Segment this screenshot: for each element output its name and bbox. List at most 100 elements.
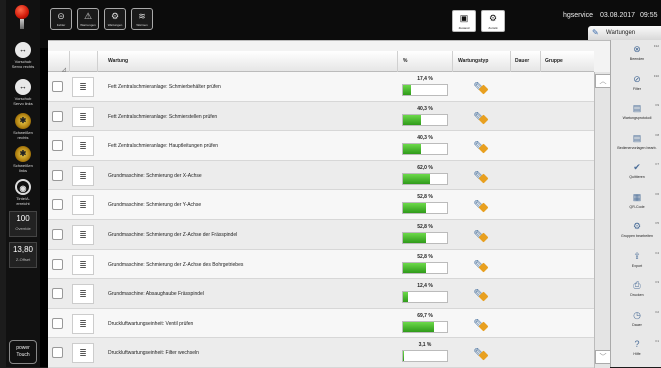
- function-key: F4: [655, 250, 659, 255]
- header-percent[interactable]: %: [398, 51, 453, 72]
- feed-servo-right-button[interactable]: ↔ Vorschub Servo rechts: [9, 41, 37, 69]
- header-wartungstyp[interactable]: Wartungstyp: [453, 51, 511, 72]
- tab-wartungen[interactable]: ✎ Wartungen: [588, 26, 661, 40]
- status-icon: ▣: [459, 13, 469, 23]
- weld-right-button[interactable]: ✱ Schweißen rechts: [9, 112, 37, 140]
- z-offset-display[interactable]: 13,80 Z-Offset: [9, 242, 37, 268]
- maintenance-type-icon[interactable]: ✎: [468, 255, 490, 275]
- table-row[interactable]: ≣ Druckluftwartungseinheit: Filter wechse…: [48, 338, 594, 368]
- powertouch-logo[interactable]: power Touch: [9, 340, 37, 364]
- heating-button[interactable]: ≋ Wärmen: [131, 8, 153, 30]
- scroll-down-button[interactable]: ﹀: [595, 350, 611, 364]
- action-dauer-button[interactable]: F2 ◷ Dauer: [613, 308, 661, 334]
- percent-value: 40,3 %: [417, 135, 433, 142]
- maintenance-type-icon[interactable]: ✎: [468, 77, 490, 97]
- wartung-name: Grundmaschine: Schmierung der Z-Achse de…: [108, 261, 244, 268]
- document-icon[interactable]: ≣: [72, 343, 94, 364]
- document-icon[interactable]: ≣: [72, 313, 94, 334]
- scrollbar[interactable]: ︿ ﹀: [594, 72, 611, 368]
- action-beenden-button[interactable]: F12 ⊗ Beenden: [613, 42, 661, 68]
- row-checkbox[interactable]: [52, 140, 63, 152]
- document-icon[interactable]: ≣: [72, 254, 94, 275]
- weld-left-button[interactable]: ✱ Schweißen links: [9, 145, 37, 173]
- row-checkbox[interactable]: [52, 229, 63, 240]
- warnings-button[interactable]: ⚠ Warnungen: [77, 8, 99, 30]
- function-key: F1: [655, 339, 659, 343]
- document-icon[interactable]: ≣: [72, 225, 94, 245]
- maintenance-type-icon[interactable]: ✎: [468, 284, 490, 304]
- action-gruppen-bearbeiten-button[interactable]: F5 ⚙ Gruppen bearbeiten: [613, 219, 661, 245]
- feed-servo-right-label: Vorschub Servo rechts: [11, 59, 35, 69]
- errors-button[interactable]: ⊝ Fehler: [50, 8, 72, 30]
- maintenance-type-icon[interactable]: ✎: [468, 314, 490, 334]
- back-button[interactable]: ⚙ Zurück: [481, 10, 505, 32]
- function-key: F12: [653, 44, 659, 48]
- maintenance-type-icon[interactable]: ✎: [468, 166, 490, 186]
- action-hilfe-button[interactable]: F1? Hilfe: [613, 337, 661, 363]
- warning-icon: ⚠: [83, 11, 93, 21]
- maintenance-type-icon[interactable]: ✎: [468, 225, 490, 245]
- row-checkbox[interactable]: [52, 347, 63, 359]
- header-gruppe[interactable]: Gruppe: [541, 51, 594, 72]
- maintenance-button[interactable]: ⚙ Wartungen: [104, 8, 126, 30]
- action-quittieren-button[interactable]: F7 ✔ Quittieren: [613, 160, 661, 186]
- document-icon[interactable]: ≣: [72, 136, 94, 157]
- percent-value: 62,0 %: [417, 164, 433, 171]
- override-display[interactable]: 100 Override: [9, 211, 37, 237]
- table-row[interactable]: ≣ Grundmaschine: Absaughaube Frässpindel 1…: [48, 279, 594, 309]
- override-value: 100: [16, 214, 30, 223]
- left-rail: ↔ Vorschub Servo rechts ↔ Vorschub Servo l…: [6, 0, 40, 367]
- row-checkbox[interactable]: [52, 81, 63, 92]
- table-row[interactable]: ≣ Druckluftwartungseinheit: Ventil prüfen…: [48, 308, 594, 339]
- action-export-button[interactable]: F4 ⇪ Export: [613, 249, 661, 275]
- username: hgservice: [563, 12, 593, 19]
- action-bedienervorlagen-bearb-button[interactable]: F8 ▤ Bedienervorlagen bearb.: [613, 131, 661, 157]
- status-button[interactable]: ▣ Zustand: [452, 10, 476, 32]
- document-icon[interactable]: ≣: [72, 195, 94, 216]
- table-row[interactable]: ≣ Grundmaschine: Schmierung der Z-Achse d…: [48, 249, 594, 280]
- action-label: Gruppen bearbeiten: [621, 234, 653, 238]
- action-filter-button[interactable]: F10 ⊘ Filter: [613, 72, 661, 98]
- function-key: F3: [655, 280, 659, 284]
- row-checkbox[interactable]: [52, 258, 63, 270]
- document-icon[interactable]: ≣: [72, 77, 94, 97]
- function-key: F2: [655, 309, 659, 314]
- scroll-up-button[interactable]: ︿: [595, 74, 611, 88]
- maintenance-type-icon[interactable]: ✎: [468, 136, 490, 156]
- row-checkbox[interactable]: [52, 110, 63, 122]
- header-wartung[interactable]: Wartung: [98, 51, 398, 72]
- table-row[interactable]: ≣ Fett Zentralschmieranlage: Schmierstell…: [48, 101, 594, 132]
- table-row[interactable]: ≣ Fett Zentralschmieranlage: Hauptleitung…: [48, 131, 594, 161]
- progress-bar: [402, 84, 448, 96]
- action-drucken-button[interactable]: F3 ⎙ Drucken: [613, 278, 661, 304]
- percent-value: 40,3 %: [417, 105, 433, 112]
- action-label: Drucken: [630, 293, 644, 297]
- table-row[interactable]: ≣ Grundmaschine: Schmierung der Y-Achse 52…: [48, 190, 594, 220]
- row-checkbox[interactable]: [52, 317, 63, 329]
- progress-fill: [403, 144, 421, 155]
- maintenance-label: Wartungen: [107, 23, 123, 27]
- ink-reached-button[interactable]: ◉ Tinte/A. erreicht: [9, 178, 37, 206]
- row-checkbox[interactable]: [52, 288, 63, 300]
- progress-bar: [402, 143, 448, 156]
- maintenance-type-icon[interactable]: ✎: [468, 195, 490, 215]
- header-dauer[interactable]: Dauer: [511, 51, 541, 72]
- wartung-name: Grundmaschine: Schmierung der Y-Achse: [108, 202, 202, 209]
- row-checkbox[interactable]: [52, 169, 63, 181]
- table-row[interactable]: ≣ Grundmaschine: Schmierung der Z-Achse d…: [48, 220, 594, 250]
- maintenance-type-icon[interactable]: ✎: [468, 343, 490, 363]
- table-row[interactable]: ≣ Fett Zentralschmieranlage: Schmierbehäl…: [48, 72, 594, 102]
- document-icon[interactable]: ≣: [72, 284, 94, 305]
- percent-value: 3,1 %: [418, 342, 432, 349]
- document-icon[interactable]: ≣: [72, 165, 94, 186]
- table-row[interactable]: ≣ Grundmaschine: Schmierung der X-Achse 62…: [48, 160, 594, 191]
- feed-servo-left-button[interactable]: ↔ Vorschub Servo links: [9, 78, 37, 106]
- doc-column: [70, 51, 98, 72]
- percent-value: 12,4 %: [417, 283, 433, 290]
- maintenance-type-icon[interactable]: ✎: [468, 107, 490, 127]
- row-checkbox[interactable]: [52, 199, 63, 211]
- document-icon[interactable]: ≣: [72, 106, 94, 127]
- select-all-column[interactable]: ◿: [48, 51, 70, 73]
- action-qr-code-button[interactable]: F6 ▦ QR-Code: [613, 190, 661, 216]
- action-wartungsprotokoll-button[interactable]: F9 ▤ Wartungsprotokoll: [613, 101, 661, 127]
